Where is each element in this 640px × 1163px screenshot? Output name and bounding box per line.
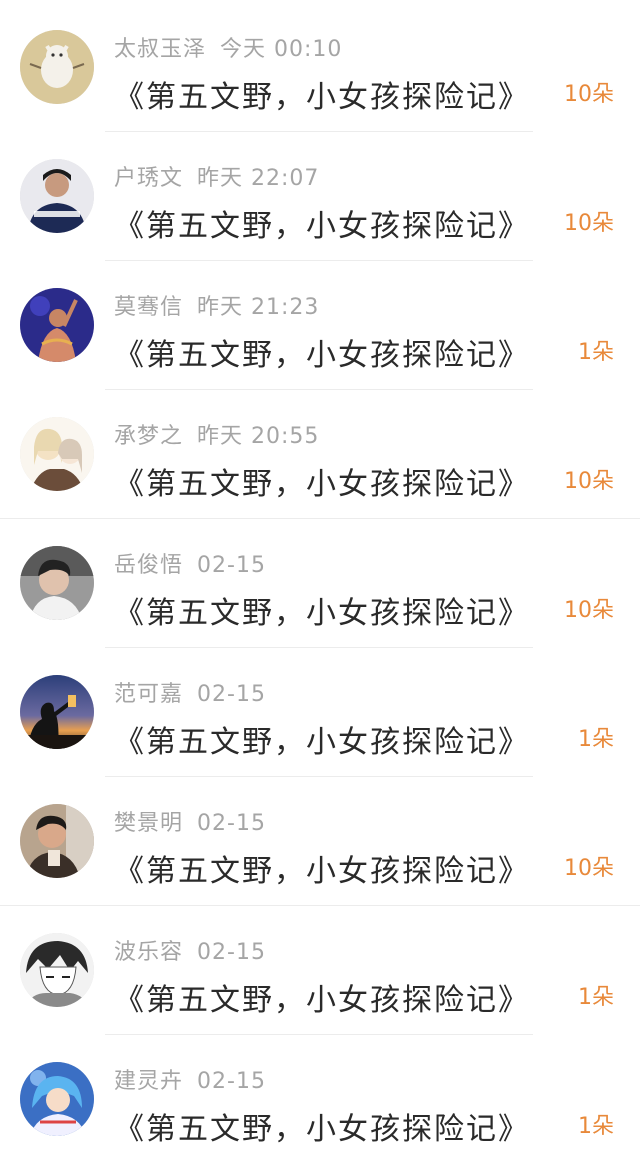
- flower-count: 1朵: [578, 340, 614, 365]
- sender-name[interactable]: 承梦之: [114, 424, 183, 449]
- avatar[interactable]: [20, 675, 94, 749]
- sender-name[interactable]: 莫骞信: [114, 295, 183, 320]
- singer-avatar-icon: [20, 288, 94, 362]
- avatar[interactable]: [20, 159, 94, 233]
- manga-boy-avatar-icon: [20, 933, 94, 1007]
- send-time: 今天 00:10: [220, 37, 343, 62]
- avatar[interactable]: [20, 417, 94, 491]
- sender-meta: 波乐容 02-15: [114, 934, 266, 966]
- sender-name[interactable]: 范可嘉: [114, 682, 183, 707]
- sender-name[interactable]: 太叔玉泽: [114, 37, 206, 62]
- send-time: 昨天 21:23: [197, 295, 320, 320]
- avatar[interactable]: [20, 30, 94, 104]
- list-item[interactable]: 建灵卉 02-15 《第五文野，小女孩探险记》 1朵: [0, 1034, 640, 1163]
- sender-name[interactable]: 岳俊悟: [114, 553, 183, 578]
- flower-count: 10朵: [564, 856, 614, 881]
- avatar[interactable]: [20, 546, 94, 620]
- anime-girls-avatar-icon: [20, 417, 94, 491]
- flower-count: 10朵: [564, 598, 614, 623]
- avatar[interactable]: [20, 804, 94, 878]
- sender-meta: 莫骞信 昨天 21:23: [114, 289, 319, 321]
- anime-character-avatar-icon: [20, 1062, 94, 1136]
- avatar[interactable]: [20, 933, 94, 1007]
- list-item[interactable]: 范可嘉 02-15 《第五文野，小女孩探险记》 1朵: [0, 647, 640, 776]
- sender-meta: 樊景明 02-15: [114, 805, 266, 837]
- person-avatar-icon: [20, 804, 94, 878]
- work-title[interactable]: 《第五文野，小女孩探险记》: [114, 72, 530, 116]
- sender-name[interactable]: 户琇文: [114, 166, 183, 191]
- sunset-silhouette-avatar-icon: [20, 675, 94, 749]
- flower-count: 10朵: [564, 211, 614, 236]
- send-time: 昨天 22:07: [197, 166, 320, 191]
- list-item[interactable]: 承梦之 昨天 20:55 《第五文野，小女孩探险记》 10朵: [0, 389, 640, 518]
- flower-count: 1朵: [578, 1114, 614, 1139]
- list-item[interactable]: 岳俊悟 02-15 《第五文野，小女孩探险记》 10朵: [0, 518, 640, 647]
- sender-meta: 建灵卉 02-15: [114, 1063, 266, 1095]
- send-time: 02-15: [197, 811, 266, 836]
- work-title[interactable]: 《第五文野，小女孩探险记》: [114, 1104, 530, 1148]
- sender-meta: 承梦之 昨天 20:55: [114, 418, 319, 450]
- sender-meta: 岳俊悟 02-15: [114, 547, 266, 579]
- gift-record-list: 太叔玉泽 今天 00:10 《第五文野，小女孩探险记》 10朵 户琇文 昨天 22:…: [0, 0, 640, 1156]
- work-title[interactable]: 《第五文野，小女孩探险记》: [114, 717, 530, 761]
- sender-meta: 范可嘉 02-15: [114, 676, 266, 708]
- sender-name[interactable]: 建灵卉: [114, 1069, 183, 1094]
- sender-name[interactable]: 樊景明: [114, 811, 183, 836]
- cartoon-cat-avatar-icon: [20, 30, 94, 104]
- flower-count: 1朵: [578, 727, 614, 752]
- work-title[interactable]: 《第五文野，小女孩探险记》: [114, 459, 530, 503]
- avatar[interactable]: [20, 288, 94, 362]
- list-item[interactable]: 太叔玉泽 今天 00:10 《第五文野，小女孩探险记》 10朵: [0, 2, 640, 131]
- send-time: 02-15: [197, 940, 266, 965]
- send-time: 02-15: [197, 553, 266, 578]
- person-avatar-icon: [20, 159, 94, 233]
- flower-count: 10朵: [564, 469, 614, 494]
- work-title[interactable]: 《第五文野，小女孩探险记》: [114, 975, 530, 1019]
- sender-name[interactable]: 波乐容: [114, 940, 183, 965]
- send-time: 昨天 20:55: [197, 424, 320, 449]
- send-time: 02-15: [197, 1069, 266, 1094]
- person-avatar-icon: [20, 546, 94, 620]
- list-item[interactable]: 莫骞信 昨天 21:23 《第五文野，小女孩探险记》 1朵: [0, 260, 640, 389]
- list-item[interactable]: 樊景明 02-15 《第五文野，小女孩探险记》 10朵: [0, 776, 640, 905]
- list-item[interactable]: 户琇文 昨天 22:07 《第五文野，小女孩探险记》 10朵: [0, 131, 640, 260]
- sender-meta: 太叔玉泽 今天 00:10: [114, 31, 342, 63]
- sender-meta: 户琇文 昨天 22:07: [114, 160, 319, 192]
- avatar[interactable]: [20, 1062, 94, 1136]
- flower-count: 1朵: [578, 985, 614, 1010]
- work-title[interactable]: 《第五文野，小女孩探险记》: [114, 330, 530, 374]
- flower-count: 10朵: [564, 82, 614, 107]
- work-title[interactable]: 《第五文野，小女孩探险记》: [114, 588, 530, 632]
- send-time: 02-15: [197, 682, 266, 707]
- list-item[interactable]: 波乐容 02-15 《第五文野，小女孩探险记》 1朵: [0, 905, 640, 1034]
- work-title[interactable]: 《第五文野，小女孩探险记》: [114, 846, 530, 890]
- work-title[interactable]: 《第五文野，小女孩探险记》: [114, 201, 530, 245]
